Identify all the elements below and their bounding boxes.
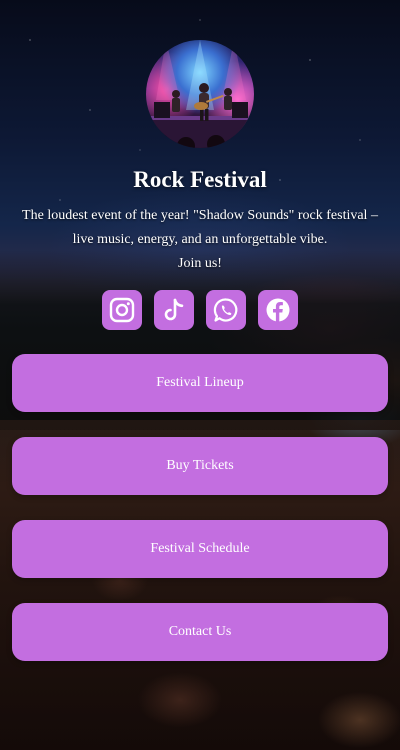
social-links	[0, 290, 400, 330]
contact-us-button[interactable]: Contact Us	[12, 603, 388, 661]
whatsapp-icon	[213, 298, 238, 322]
festival-lineup-button[interactable]: Festival Lineup	[12, 354, 388, 412]
concert-photo-icon	[146, 40, 254, 148]
profile-content: Rock Festival The loudest event of the y…	[0, 0, 400, 750]
facebook-button[interactable]	[258, 290, 298, 330]
profile-description: The loudest event of the year! "Shadow S…	[18, 204, 382, 276]
description-line: live music, energy, and an unforgettable…	[72, 232, 328, 247]
instagram-button[interactable]	[102, 290, 142, 330]
page-title: Rock Festival	[133, 167, 267, 192]
description-line: The loudest event of the year! "Shadow S…	[22, 208, 378, 223]
whatsapp-button[interactable]	[206, 290, 246, 330]
festival-schedule-button[interactable]: Festival Schedule	[12, 520, 388, 578]
avatar	[146, 40, 254, 148]
buy-tickets-button[interactable]: Buy Tickets	[12, 437, 388, 495]
facebook-icon	[266, 298, 290, 322]
tiktok-button[interactable]	[154, 290, 194, 330]
link-page: Rock Festival The loudest event of the y…	[0, 0, 400, 750]
instagram-icon	[109, 297, 135, 323]
description-line: Join us!	[178, 256, 222, 271]
link-list: Festival Lineup Buy Tickets Festival Sch…	[12, 354, 388, 686]
tiktok-icon	[164, 298, 184, 321]
